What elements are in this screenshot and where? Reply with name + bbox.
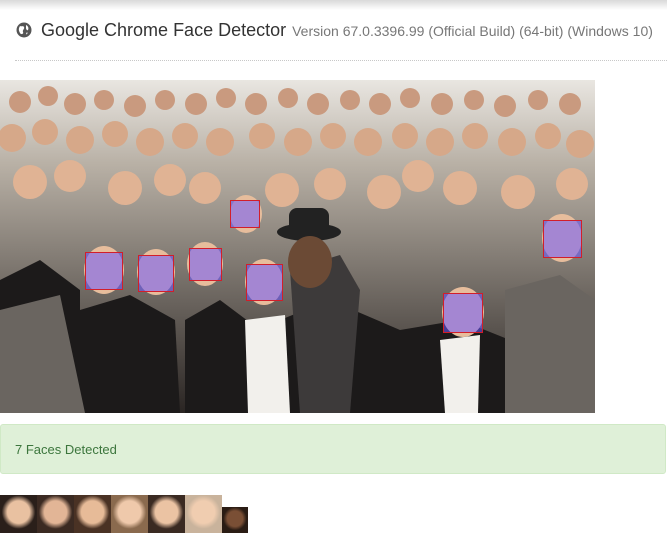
face-box-6	[246, 264, 283, 301]
face-thumbnail	[222, 507, 248, 533]
face-box-5	[189, 248, 222, 281]
face-thumbnail	[74, 495, 111, 533]
page-header: Google Chrome Face Detector Version 67.0…	[16, 20, 653, 41]
face-box-4	[138, 255, 174, 292]
page-title: Google Chrome Face Detector	[41, 20, 287, 40]
group-photo	[0, 80, 595, 413]
face-thumbnail	[111, 495, 148, 533]
header-divider	[15, 60, 667, 61]
face-thumbnail	[0, 495, 37, 533]
face-box-7	[443, 293, 483, 333]
globe-icon	[16, 22, 32, 38]
detection-result-alert: 7 Faces Detected	[0, 424, 666, 474]
face-thumbnails	[0, 495, 248, 533]
detection-count-text: 7 Faces Detected	[15, 441, 117, 457]
face-thumbnail	[148, 495, 185, 533]
face-box-2	[543, 220, 582, 258]
face-box-3	[85, 252, 123, 290]
top-shadow	[0, 0, 667, 10]
crowd-image	[0, 80, 595, 413]
face-box-1	[230, 200, 260, 228]
version-text: Version 67.0.3396.99 (Official Build) (6…	[292, 23, 653, 39]
face-thumbnail	[185, 495, 222, 533]
face-thumbnail	[37, 495, 74, 533]
